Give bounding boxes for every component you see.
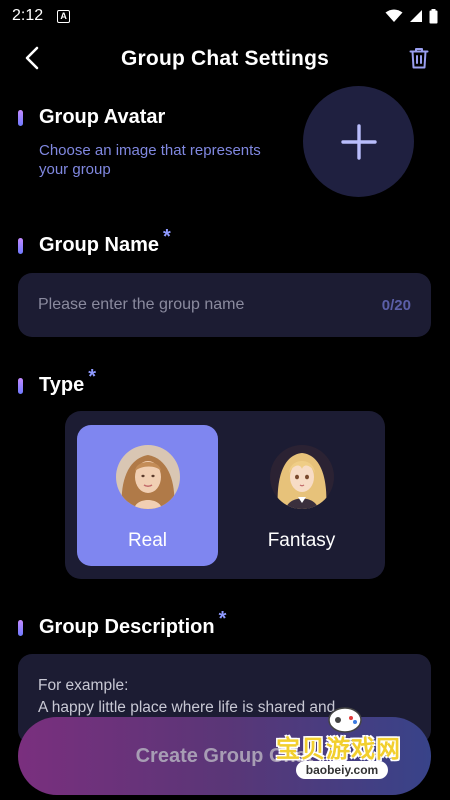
required-asterisk: * [218,608,227,630]
watermark-url: baobeiy.com [296,761,388,779]
type-option-label: Fantasy [267,530,336,551]
wifi-icon [385,9,403,22]
status-icons [385,8,438,24]
type-option-label: Real [127,530,168,551]
section-marker [18,377,23,394]
type-section-label: Type * [18,366,96,397]
watermark-logo: 宝贝游戏网 baobeiy.com [268,703,428,783]
group-name-field[interactable]: 0/20 [18,273,431,337]
description-section-label: Group Description * [18,608,226,639]
signal-icon [410,10,422,22]
notification-icon: A [57,9,71,23]
description-label: Group Description [39,616,215,638]
group-name-input[interactable] [38,296,382,314]
name-label: Group Name [39,234,160,256]
battery-icon [429,8,438,23]
app-header: Group Chat Settings [0,36,450,82]
section-marker [18,619,23,636]
section-marker [18,109,23,126]
fantasy-avatar-image [269,445,334,509]
watermark-text: 宝贝游戏网 [276,736,401,763]
status-bar: 2:12 A [0,0,450,32]
page-title: Group Chat Settings [121,47,329,70]
section-marker [18,237,23,254]
required-asterisk: * [88,366,96,388]
char-counter: 0/20 [381,296,411,314]
back-button[interactable] [18,44,46,72]
required-asterisk: * [163,226,171,248]
delete-button[interactable] [406,45,432,71]
type-selector: Real Fantasy [65,411,385,579]
trash-icon [409,48,429,69]
type-label: Type [39,374,85,396]
avatar-upload-button[interactable] [303,86,414,197]
status-time: 2:12 [12,7,44,24]
chevron-left-icon [25,46,39,70]
real-avatar-image [115,445,180,509]
avatar-section-label: Group Avatar [18,106,165,129]
plus-icon [340,123,377,160]
avatar-description: Choose an image that represents your gro… [39,142,261,178]
type-option-real[interactable]: Real [77,425,218,566]
name-section-label: Group Name * [18,226,171,257]
type-option-fantasy[interactable]: Fantasy [231,425,372,566]
avatar-label: Group Avatar [39,106,166,128]
